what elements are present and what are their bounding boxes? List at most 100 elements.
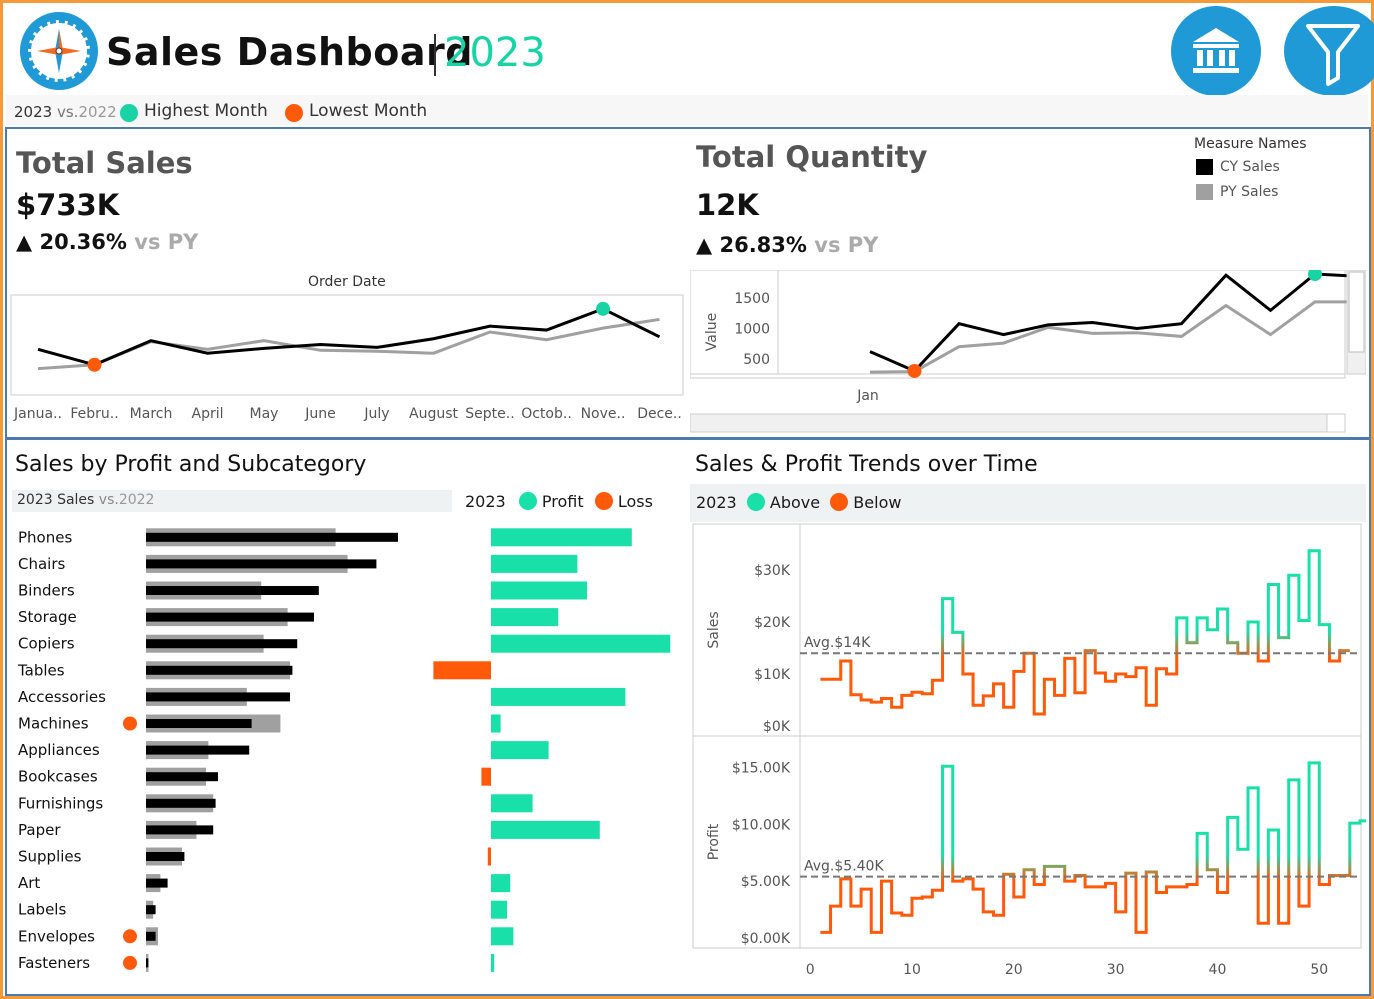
subcategory-label: Bookcases <box>18 768 98 786</box>
up-triangle-icon: ▲ <box>696 233 713 257</box>
quantity-y-axis-title: Value <box>704 313 720 351</box>
total-sales-vs: vs PY <box>134 230 199 254</box>
lowest-dot <box>285 104 303 123</box>
quantity-x-tick: Jan <box>856 388 879 404</box>
sales-vs-label: vs. <box>98 492 119 508</box>
page-year: 2023 <box>444 30 546 76</box>
quantity-y-tick: 500 <box>743 352 770 368</box>
month-tick-label: Janua.. <box>13 406 62 422</box>
profit-tick: $10.00K <box>732 817 791 833</box>
total-quantity-value: 12K <box>696 188 759 222</box>
horizontal-scrollbar <box>690 413 1346 433</box>
month-tick-label: Dece.. <box>637 406 682 422</box>
month-tick-label: August <box>409 406 459 422</box>
profit-bar <box>487 847 491 866</box>
legend-current-year: 2023 <box>14 103 53 121</box>
profit-panel-frame <box>692 735 1362 949</box>
measure-names-legend-title: Measure Names <box>1194 136 1307 152</box>
subcategory-label: Binders <box>18 582 75 600</box>
profit-bar <box>491 820 600 839</box>
legend-vs: vs. <box>56 103 79 121</box>
total-sales-panel: Total Sales $733K ▲ 20.36% vs PY Order D… <box>10 134 684 434</box>
profit-bar <box>491 953 495 972</box>
legend-previous-year: 2022 <box>78 103 117 121</box>
above-label: Above <box>769 493 821 512</box>
subcategory-label: Machines <box>18 715 89 733</box>
filter-button[interactable] <box>1284 6 1374 96</box>
profit-bar <box>433 661 491 680</box>
profit-bar <box>491 687 626 706</box>
page-title: Sales Dashboard <box>106 30 473 74</box>
subcategory-label: Paper <box>18 821 61 839</box>
cy-sales-bar <box>146 559 377 569</box>
profit-axis-title: Profit <box>706 823 722 860</box>
cy-sales-bar <box>146 612 314 622</box>
profit-bar <box>491 741 549 760</box>
subcategory-label: Tables <box>17 661 65 679</box>
subcategory-label: Labels <box>18 901 66 919</box>
trends-panel: Sales & Profit Trends over Time 2023 Abo… <box>690 446 1366 992</box>
total-sales-line-chart: Janua.. Febru.. March April May June July Augus… <box>10 294 684 422</box>
month-tick-label: March <box>130 406 173 422</box>
cy-sales-bar <box>146 692 290 702</box>
subcategory-title: Sales by Profit and Subcategory <box>15 452 367 477</box>
cy-sales-bar <box>146 878 168 888</box>
profit-bar <box>491 608 559 627</box>
profit-bar <box>491 634 671 653</box>
subcategory-label: Appliances <box>18 741 100 759</box>
trend-x-tick: 0 <box>806 962 815 978</box>
py-sales-legend: PY Sales <box>1220 184 1279 200</box>
total-sales-value: $733K <box>16 188 120 222</box>
sales-axis-title: Sales <box>706 611 722 648</box>
total-quantity-panel: Total Quantity 12K ▲ 26.83% vs PY Measur… <box>690 134 1366 434</box>
total-sales-change: ▲ 20.36% vs PY <box>16 230 198 254</box>
cy-sales-legend: CY Sales <box>1220 159 1280 175</box>
month-tick-label: April <box>192 406 224 422</box>
cy-sales-bar <box>146 745 250 755</box>
cy-sales-bar <box>146 958 149 968</box>
total-quantity-title: Total Quantity <box>696 140 928 174</box>
total-quantity-change: ▲ 26.83% vs PY <box>696 233 878 257</box>
profit-bar <box>491 874 511 893</box>
trend-x-tick: 50 <box>1310 962 1328 978</box>
cy-sales-bar <box>146 798 216 808</box>
total-sales-change-value: 20.36% <box>39 230 127 254</box>
highest-month-marker <box>596 301 610 316</box>
cy-sales-bar <box>146 586 319 595</box>
bank-button[interactable] <box>1171 6 1261 96</box>
profit-bar <box>491 714 501 733</box>
profit-tick: $0.00K <box>741 931 791 947</box>
highest-dot <box>120 104 138 123</box>
above-dot <box>746 493 765 511</box>
month-tick-label: May <box>250 406 279 422</box>
below-dot <box>830 493 849 511</box>
sales-year-label: 2023 Sales <box>17 492 95 508</box>
below-label: Below <box>853 493 902 512</box>
subcategory-label: Phones <box>18 528 72 546</box>
title-separator <box>434 34 436 76</box>
up-triangle-icon: ▲ <box>16 230 33 254</box>
compass-logo-icon <box>20 12 98 90</box>
profit-tick: $15.00K <box>732 760 791 776</box>
profit-bar <box>491 554 578 573</box>
cy-sales-bar <box>146 905 156 915</box>
quantity-plot-frame <box>690 270 1346 379</box>
profit-label: Profit <box>541 492 584 511</box>
trend-x-tick: 10 <box>903 962 921 978</box>
cy-sales-bar <box>146 639 298 649</box>
cy-sales-bar <box>146 931 156 941</box>
trends-title: Sales & Profit Trends over Time <box>695 452 1038 477</box>
subcategory-label: Chairs <box>18 555 66 573</box>
trends-year-label: 2023 <box>696 493 737 512</box>
sales-tick: $20K <box>754 615 791 631</box>
cy-sales-bar <box>146 772 218 782</box>
total-quantity-change-value: 26.83% <box>719 233 807 257</box>
subcategory-label: Supplies <box>18 848 82 866</box>
loss-dot <box>594 492 613 510</box>
profit-bar <box>481 767 491 786</box>
trend-x-tick: 20 <box>1005 962 1023 978</box>
total-sales-title: Total Sales <box>16 146 193 180</box>
cy-sales-bar <box>146 719 252 728</box>
lowest-marker <box>123 716 137 731</box>
scrollbar-corner <box>1326 413 1346 433</box>
